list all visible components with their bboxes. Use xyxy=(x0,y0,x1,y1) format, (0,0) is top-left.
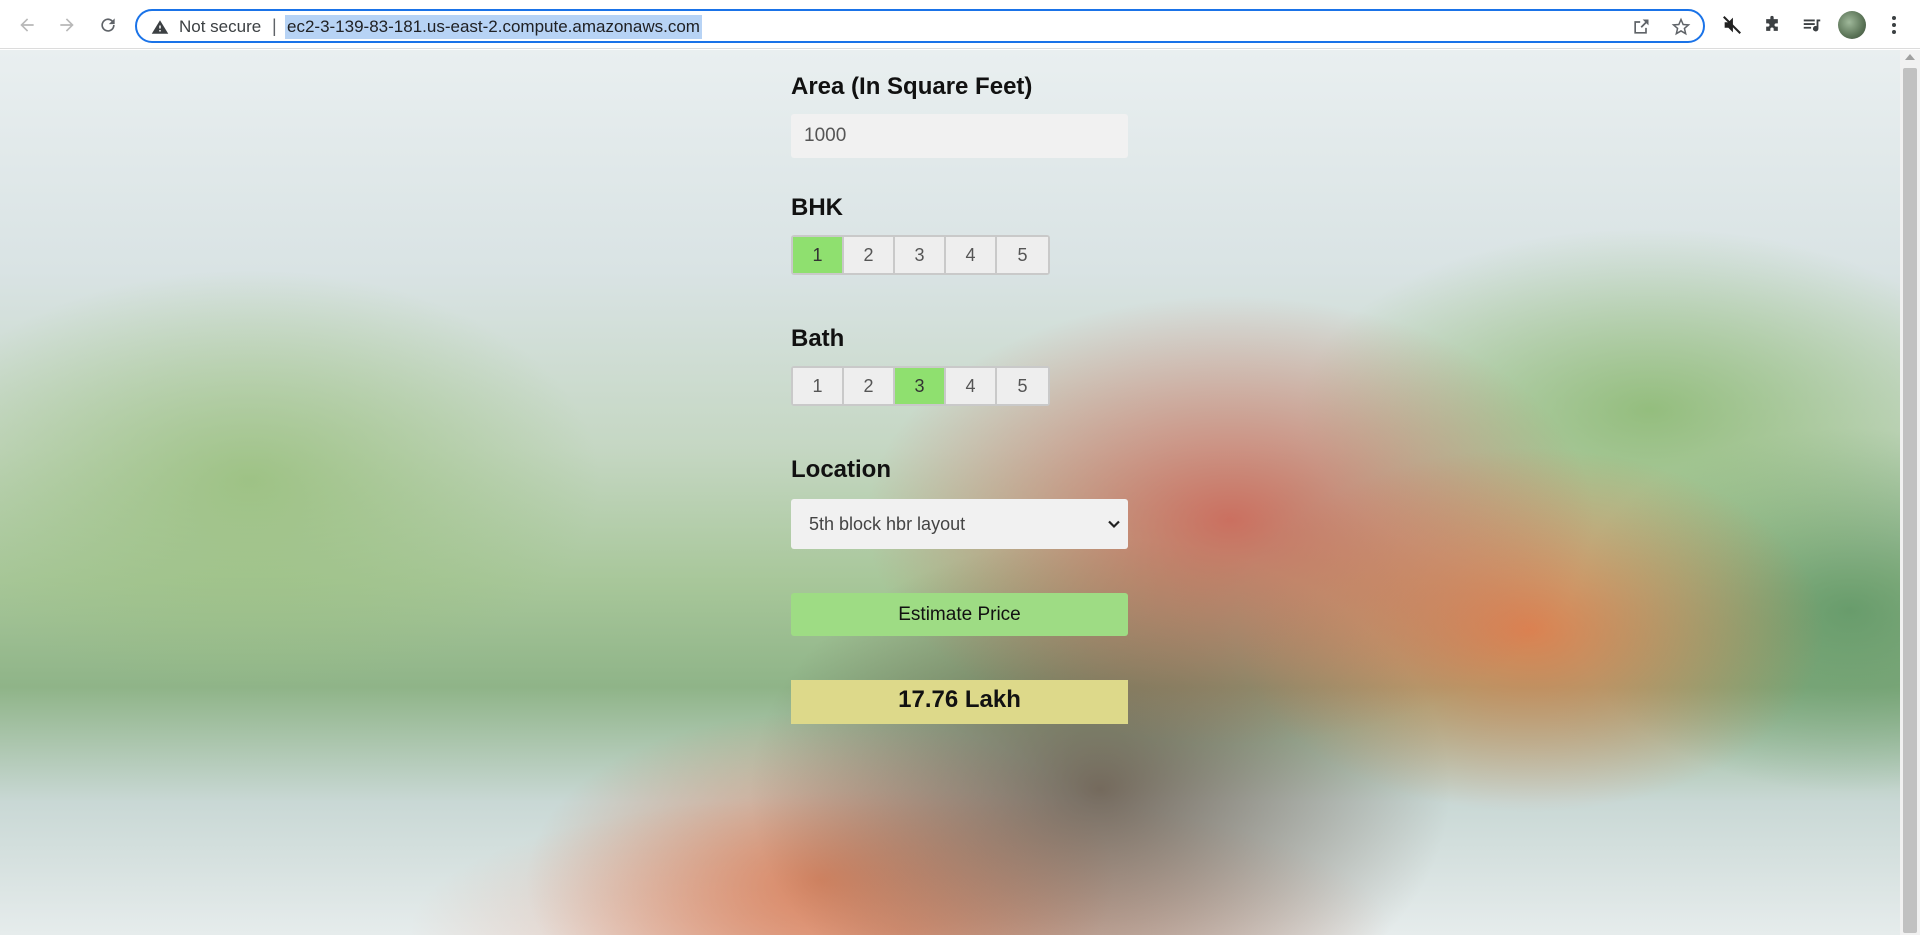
address-bar[interactable]: Not secure | ec2-3-139-83-181.us-east-2.… xyxy=(135,9,1705,43)
profile-avatar[interactable] xyxy=(1838,11,1866,39)
muted-speaker-icon[interactable] xyxy=(1720,13,1744,37)
bath-option-5[interactable]: 5 xyxy=(997,368,1048,404)
bhk-option-3[interactable]: 3 xyxy=(895,237,946,273)
browser-toolbar: Not secure | ec2-3-139-83-181.us-east-2.… xyxy=(0,0,1920,49)
media-queue-icon[interactable] xyxy=(1800,13,1824,37)
reload-icon xyxy=(101,18,115,32)
bath-option-2[interactable]: 2 xyxy=(844,368,895,404)
area-input[interactable]: 1000 xyxy=(791,114,1128,158)
location-select[interactable]: 5th block hbr layout xyxy=(791,499,1128,549)
more-menu-icon[interactable] xyxy=(1882,13,1906,37)
bookmark-star-icon[interactable] xyxy=(1671,17,1691,37)
page-viewport: Area (In Square Feet) 1000 BHK 1 2 3 4 5… xyxy=(0,50,1900,935)
bhk-selector: 1 2 3 4 5 xyxy=(791,235,1050,275)
location-label: Location xyxy=(791,456,891,483)
url-text[interactable]: ec2-3-139-83-181.us-east-2.compute.amazo… xyxy=(285,15,702,39)
forward-button[interactable] xyxy=(52,11,82,39)
bath-label: Bath xyxy=(791,325,845,352)
location-selected-value: 5th block hbr layout xyxy=(809,514,966,534)
scroll-up-arrow-icon[interactable] xyxy=(1905,54,1915,60)
area-label: Area (In Square Feet) xyxy=(791,73,1033,100)
bath-option-3[interactable]: 3 xyxy=(895,368,946,404)
bhk-option-5[interactable]: 5 xyxy=(997,237,1048,273)
blurred-house-background xyxy=(0,50,1900,935)
bath-option-4[interactable]: 4 xyxy=(946,368,997,404)
warning-icon xyxy=(151,20,169,34)
bhk-label: BHK xyxy=(791,194,843,221)
estimate-price-button[interactable]: Estimate Price xyxy=(791,593,1128,636)
share-icon[interactable] xyxy=(1631,17,1651,37)
security-label[interactable]: Not secure xyxy=(179,17,261,37)
bhk-option-4[interactable]: 4 xyxy=(946,237,997,273)
chevron-down-icon xyxy=(1108,520,1120,529)
reload-button[interactable] xyxy=(93,11,123,39)
arrow-left-icon xyxy=(20,18,34,32)
scrollbar-thumb[interactable] xyxy=(1903,68,1917,933)
arrow-right-icon xyxy=(60,18,74,32)
vertical-scrollbar[interactable] xyxy=(1900,50,1920,935)
extensions-puzzle-icon[interactable] xyxy=(1760,13,1784,37)
bath-selector: 1 2 3 4 5 xyxy=(791,366,1050,406)
bath-option-1[interactable]: 1 xyxy=(793,368,844,404)
estimated-price-result: 17.76 Lakh xyxy=(791,680,1128,724)
back-button[interactable] xyxy=(12,11,42,39)
bhk-option-1[interactable]: 1 xyxy=(793,237,844,273)
separator: | xyxy=(272,16,277,36)
bhk-option-2[interactable]: 2 xyxy=(844,237,895,273)
